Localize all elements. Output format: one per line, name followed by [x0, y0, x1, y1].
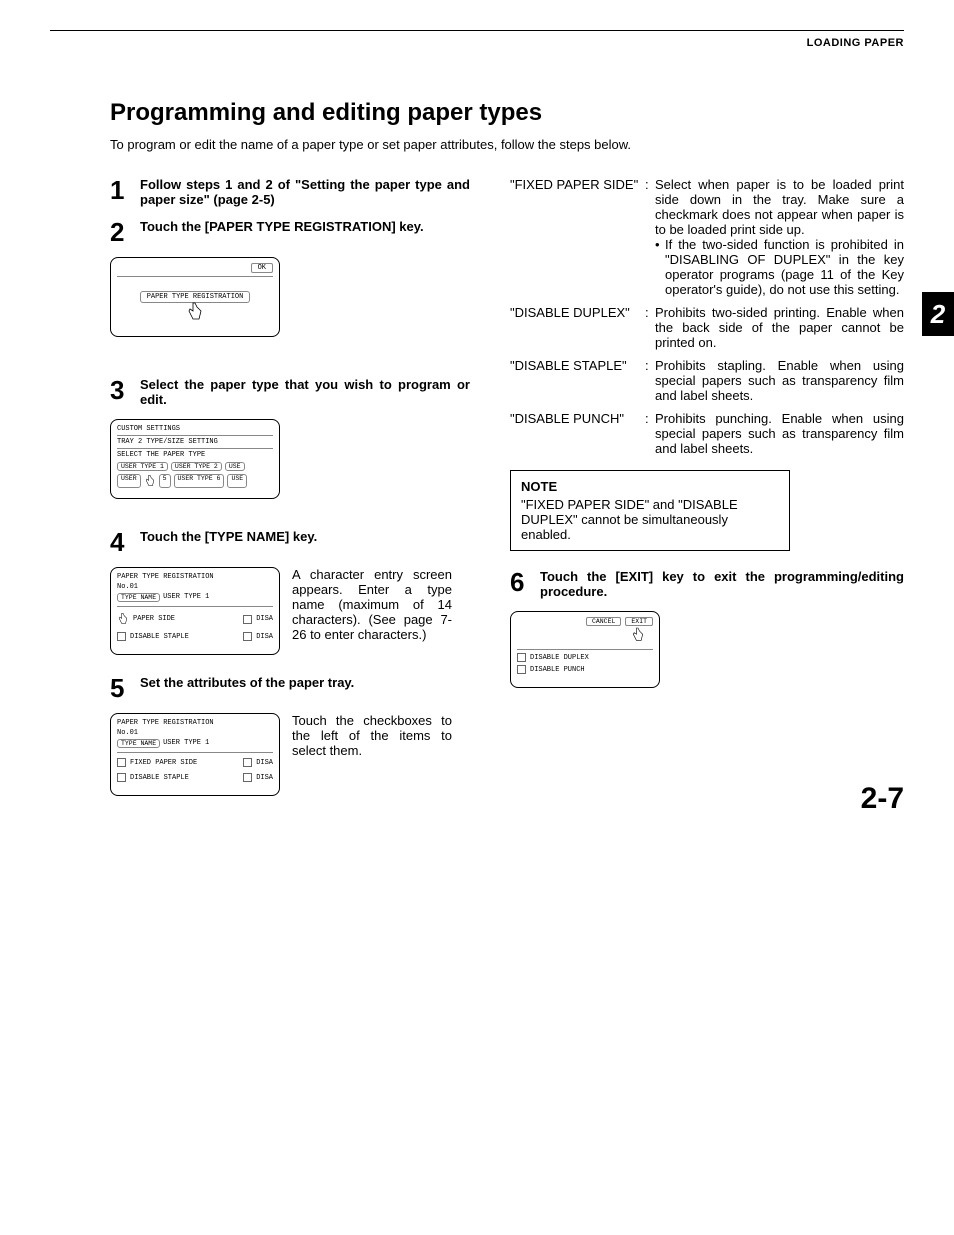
step-5: 5 Set the attributes of the paper tray. — [110, 675, 470, 701]
d5-r2: DISABLE STAPLE — [130, 774, 189, 782]
d5-title: PAPER TYPE REGISTRATION — [117, 719, 273, 727]
left-column: 1 Follow steps 1 and 2 of "Setting the p… — [110, 177, 470, 816]
checkbox[interactable] — [517, 653, 526, 662]
d6-r1: DISABLE DUPLEX — [530, 654, 589, 662]
page-number: 2-7 — [861, 782, 904, 816]
user-type-7-button[interactable]: USE — [227, 474, 247, 488]
note-label: NOTE — [521, 479, 779, 494]
chapter-tab: 2 — [922, 292, 954, 336]
intro-text: To program or edit the name of a paper t… — [110, 137, 904, 152]
def-desc: Prohibits two-sided printing. Enable whe… — [655, 305, 904, 350]
step-6: 6 Touch the [EXIT] key to exit the progr… — [510, 569, 904, 599]
user-type-1-button[interactable]: USER TYPE 1 — [117, 462, 168, 471]
step-5-title: Set the attributes of the paper tray. — [140, 675, 354, 701]
user-type-6-button[interactable]: USER TYPE 6 — [174, 474, 225, 488]
d3-l1: CUSTOM SETTINGS — [117, 425, 273, 433]
note-box: NOTE "FIXED PAPER SIDE" and "DISABLE DUP… — [510, 470, 790, 551]
checkbox[interactable] — [243, 773, 252, 782]
def-term: "FIXED PAPER SIDE" — [510, 177, 645, 297]
checkbox[interactable] — [243, 758, 252, 767]
step-5-number: 5 — [110, 675, 140, 701]
user-type-5-button[interactable]: 5 — [159, 474, 171, 488]
d3-l3: SELECT THE PAPER TYPE — [117, 451, 273, 459]
def-term: "DISABLE STAPLE" — [510, 358, 645, 403]
step-5-desc: Touch the checkboxes to the left of the … — [292, 713, 452, 758]
touch-cursor-icon — [144, 474, 156, 488]
def-sub: If the two-sided function is prohibited … — [655, 237, 904, 297]
type-name-button[interactable]: TYPE NAME — [117, 593, 160, 602]
checkbox[interactable] — [517, 665, 526, 674]
type-name-value: USER TYPE 1 — [163, 739, 209, 748]
step-6-dialog: CANCEL EXIT DISABLE DUPLEX DISABLE PUNCH — [510, 611, 660, 688]
step-2-dialog: OK PAPER TYPE REGISTRATION — [110, 257, 280, 337]
def-desc: Prohibits stapling. Enable when using sp… — [655, 358, 904, 403]
checkbox[interactable] — [243, 632, 252, 641]
d4-r2b: DISA — [256, 633, 273, 641]
d6-r2: DISABLE PUNCH — [530, 666, 585, 674]
def-desc: Prohibits punching. Enable when using sp… — [655, 411, 904, 456]
touch-cursor-icon — [631, 626, 645, 644]
step-3-number: 3 — [110, 377, 140, 407]
d5-r2b: DISA — [256, 774, 273, 782]
d4-r2: DISABLE STAPLE — [130, 633, 189, 641]
step-2-title: Touch the [PAPER TYPE REGISTRATION] key. — [140, 219, 424, 245]
d5-no: No.01 — [117, 729, 273, 737]
user-type-4-button[interactable]: USER — [117, 474, 141, 488]
def-term: "DISABLE DUPLEX" — [510, 305, 645, 350]
cancel-button[interactable]: CANCEL — [586, 617, 621, 626]
def-fixed-paper-side: "FIXED PAPER SIDE" : Select when paper i… — [510, 177, 904, 297]
step-4-dialog: PAPER TYPE REGISTRATION No.01 TYPE NAME … — [110, 567, 280, 655]
step-3: 3 Select the paper type that you wish to… — [110, 377, 470, 407]
step-4-desc: A character entry screen appears. Enter … — [292, 567, 452, 642]
checkbox[interactable] — [117, 758, 126, 767]
ok-button[interactable]: OK — [251, 263, 273, 273]
type-name-value: USER TYPE 1 — [163, 593, 209, 602]
step-2-number: 2 — [110, 219, 140, 245]
d3-l2: TRAY 2 TYPE/SIZE SETTING — [117, 438, 273, 446]
step-4-number: 4 — [110, 529, 140, 555]
user-type-3-button[interactable]: USE — [225, 462, 245, 471]
def-disable-staple: "DISABLE STAPLE" : Prohibits stapling. E… — [510, 358, 904, 403]
page-title: Programming and editing paper types — [110, 99, 904, 127]
step-4: 4 Touch the [TYPE NAME] key. — [110, 529, 470, 555]
d4-r1: PAPER SIDE — [133, 615, 175, 623]
checkbox[interactable] — [117, 773, 126, 782]
d5-r1: FIXED PAPER SIDE — [130, 759, 197, 767]
note-text: "FIXED PAPER SIDE" and "DISABLE DUPLEX" … — [521, 497, 779, 542]
checkbox[interactable] — [243, 615, 252, 624]
step-6-number: 6 — [510, 569, 540, 599]
header-rule — [50, 30, 904, 31]
step-4-title: Touch the [TYPE NAME] key. — [140, 529, 317, 555]
step-1-title: Follow steps 1 and 2 of "Setting the pap… — [140, 177, 470, 207]
def-desc: Select when paper is to be loaded print … — [655, 177, 904, 237]
def-disable-duplex: "DISABLE DUPLEX" : Prohibits two-sided p… — [510, 305, 904, 350]
d4-r1b: DISA — [256, 615, 273, 623]
def-term: "DISABLE PUNCH" — [510, 411, 645, 456]
exit-button[interactable]: EXIT — [625, 617, 653, 626]
d4-title: PAPER TYPE REGISTRATION — [117, 573, 273, 581]
header-section: LOADING PAPER — [50, 37, 904, 49]
step-6-title: Touch the [EXIT] key to exit the program… — [540, 569, 904, 599]
step-1-number: 1 — [110, 177, 140, 207]
step-3-dialog: CUSTOM SETTINGS TRAY 2 TYPE/SIZE SETTING… — [110, 419, 280, 499]
step-1: 1 Follow steps 1 and 2 of "Setting the p… — [110, 177, 470, 207]
touch-cursor-icon — [117, 612, 129, 626]
step-2: 2 Touch the [PAPER TYPE REGISTRATION] ke… — [110, 219, 470, 245]
d5-r1b: DISA — [256, 759, 273, 767]
checkbox[interactable] — [117, 632, 126, 641]
type-name-button[interactable]: TYPE NAME — [117, 739, 160, 748]
user-type-2-button[interactable]: USER TYPE 2 — [171, 462, 222, 471]
step-3-title: Select the paper type that you wish to p… — [140, 377, 470, 407]
touch-cursor-icon — [186, 301, 204, 323]
right-column: 2 "FIXED PAPER SIDE" : Select when paper… — [510, 177, 904, 816]
d4-no: No.01 — [117, 583, 273, 591]
def-disable-punch: "DISABLE PUNCH" : Prohibits punching. En… — [510, 411, 904, 456]
step-5-dialog: PAPER TYPE REGISTRATION No.01 TYPE NAME … — [110, 713, 280, 796]
